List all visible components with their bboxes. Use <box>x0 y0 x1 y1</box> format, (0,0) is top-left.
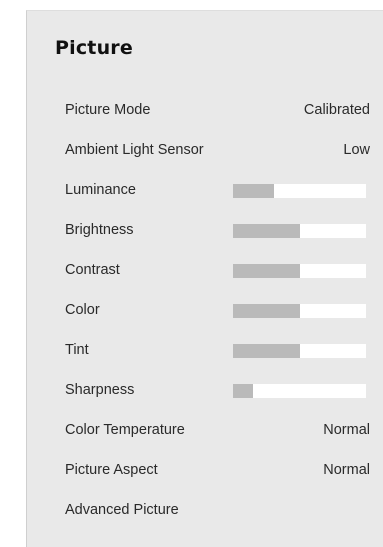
menu-title: Picture <box>55 37 133 59</box>
menu-item-advanced-picture[interactable]: Advanced Picture <box>27 491 383 531</box>
menu-item-label: Tint <box>65 342 89 358</box>
tint-slider[interactable] <box>233 344 366 358</box>
menu-item-tint[interactable]: Tint <box>27 331 383 371</box>
slider-fill <box>233 264 300 278</box>
picture-menu: Picture Mode Calibrated Ambient Light Se… <box>27 91 383 531</box>
menu-item-sharpness[interactable]: Sharpness <box>27 371 383 411</box>
color-slider[interactable] <box>233 304 366 318</box>
menu-item-label: Color <box>65 302 100 318</box>
menu-item-label: Color Temperature <box>65 422 185 438</box>
picture-settings-panel: Picture Picture Mode Calibrated Ambient … <box>26 10 383 547</box>
menu-item-picture-mode[interactable]: Picture Mode Calibrated <box>27 91 383 131</box>
luminance-slider[interactable] <box>233 184 366 198</box>
menu-item-color[interactable]: Color <box>27 291 383 331</box>
slider-fill <box>233 344 300 358</box>
slider-fill <box>233 184 275 198</box>
slider-fill <box>233 384 253 398</box>
menu-item-label: Contrast <box>65 262 120 278</box>
menu-item-label: Picture Aspect <box>65 462 158 478</box>
menu-item-ambient-light-sensor[interactable]: Ambient Light Sensor Low <box>27 131 383 171</box>
brightness-slider[interactable] <box>233 224 366 238</box>
menu-item-value: Normal <box>323 462 370 478</box>
menu-item-label: Picture Mode <box>65 102 151 118</box>
menu-item-label: Advanced Picture <box>65 502 179 518</box>
menu-item-value: Calibrated <box>303 102 370 118</box>
menu-item-contrast[interactable]: Contrast <box>27 251 383 291</box>
menu-item-label: Brightness <box>65 222 134 238</box>
menu-item-label: Sharpness <box>65 382 135 398</box>
menu-item-label: Ambient Light Sensor <box>65 142 204 158</box>
contrast-slider[interactable] <box>233 264 366 278</box>
slider-fill <box>233 304 300 318</box>
menu-item-picture-aspect[interactable]: Picture Aspect Normal <box>27 451 383 491</box>
menu-item-luminance[interactable]: Luminance <box>27 171 383 211</box>
menu-item-color-temperature[interactable]: Color Temperature Normal <box>27 411 383 451</box>
menu-item-brightness[interactable]: Brightness <box>27 211 383 251</box>
sharpness-slider[interactable] <box>233 384 366 398</box>
slider-fill <box>233 224 300 238</box>
menu-item-value: Normal <box>323 422 370 438</box>
menu-item-value: Low <box>343 142 370 158</box>
menu-item-label: Luminance <box>65 182 136 198</box>
